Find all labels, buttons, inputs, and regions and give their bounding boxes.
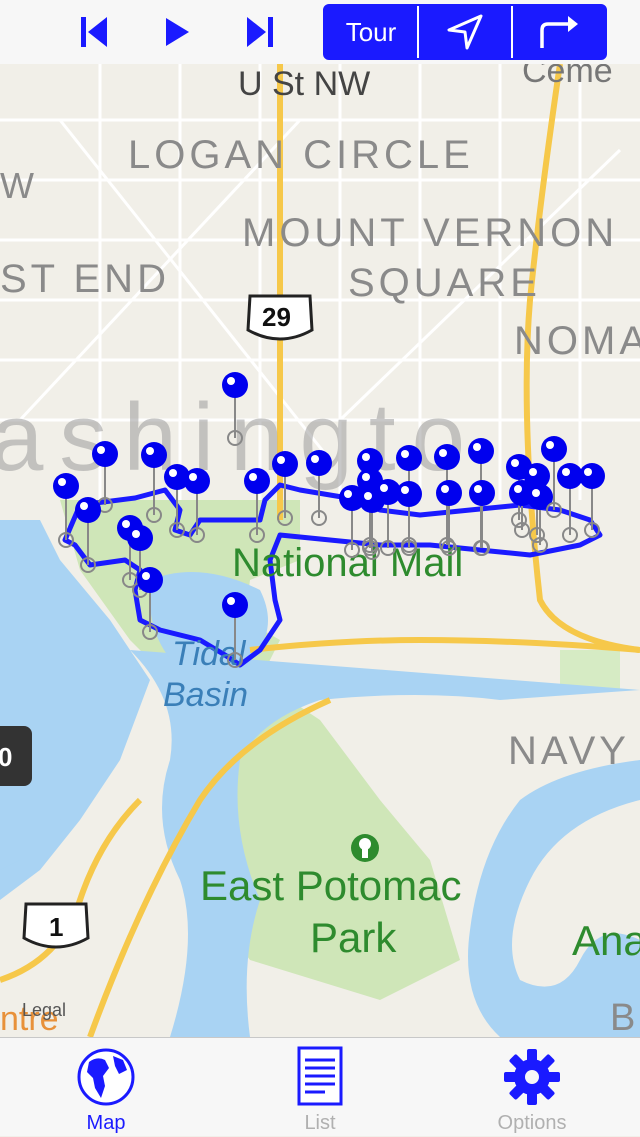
label-east-potomac: East Potomac [200, 862, 461, 909]
label-noma: NOMA [514, 319, 640, 363]
label-w: W [0, 165, 34, 206]
tab-options[interactable]: Options [452, 1038, 612, 1137]
label-ana: Ana [572, 917, 640, 964]
directions-segment[interactable] [513, 6, 605, 58]
tab-list[interactable]: List [240, 1038, 400, 1137]
play-icon [166, 18, 189, 46]
document-list-icon [297, 1046, 343, 1106]
label-mount-vernon: MOUNT VERNON [242, 211, 618, 255]
label-national-mall: National Mall [232, 541, 463, 585]
tab-map-label: Map [86, 1112, 126, 1134]
label-basin: Basin [163, 676, 248, 714]
legal-link[interactable]: Legal [22, 1000, 66, 1021]
navigate-segment[interactable] [419, 6, 513, 58]
top-toolbar: Tour [0, 0, 640, 64]
tour-segment-label: Tour [345, 16, 397, 47]
tab-bar: Map List Options [0, 1037, 640, 1136]
play-button[interactable] [155, 10, 199, 54]
route-0-shield: 0 [0, 726, 32, 786]
gear-icon [504, 1049, 560, 1105]
route-29-shield: 29 [246, 294, 314, 341]
skip-previous-icon [81, 17, 107, 47]
tab-list-label: List [304, 1112, 336, 1134]
mode-segmented-control: Tour [323, 4, 607, 60]
svg-text:29: 29 [262, 302, 291, 332]
tab-map[interactable]: Map [26, 1038, 186, 1137]
navigation-arrow-icon [447, 14, 483, 50]
label-u-st: U St NW [238, 65, 370, 103]
label-square: SQUARE [348, 261, 541, 305]
svg-text:1: 1 [49, 912, 63, 942]
label-cemetery: Ceme [522, 64, 613, 90]
turn-right-arrow-icon [540, 16, 578, 48]
next-stop-button[interactable] [238, 10, 282, 54]
label-park: Park [310, 914, 397, 961]
label-b: B [610, 997, 635, 1037]
label-navy: NAVY [508, 729, 630, 773]
map-view[interactable]: U St NW Ceme LOGAN CIRCLE W MOUNT VERNON… [0, 64, 640, 1037]
tab-options-label: Options [497, 1112, 567, 1134]
route-1-shield: 1 [22, 902, 90, 949]
park-tree-icon [351, 834, 379, 862]
skip-next-icon [247, 17, 273, 47]
label-logan-circle: LOGAN CIRCLE [128, 133, 474, 177]
svg-text:0: 0 [0, 742, 12, 772]
tour-segment[interactable]: Tour [325, 6, 419, 58]
map-canvas: U St NW Ceme LOGAN CIRCLE W MOUNT VERNON… [0, 64, 640, 1037]
globe-icon [77, 1048, 135, 1106]
label-west-end: ST END [0, 257, 170, 301]
previous-stop-button[interactable] [72, 10, 116, 54]
